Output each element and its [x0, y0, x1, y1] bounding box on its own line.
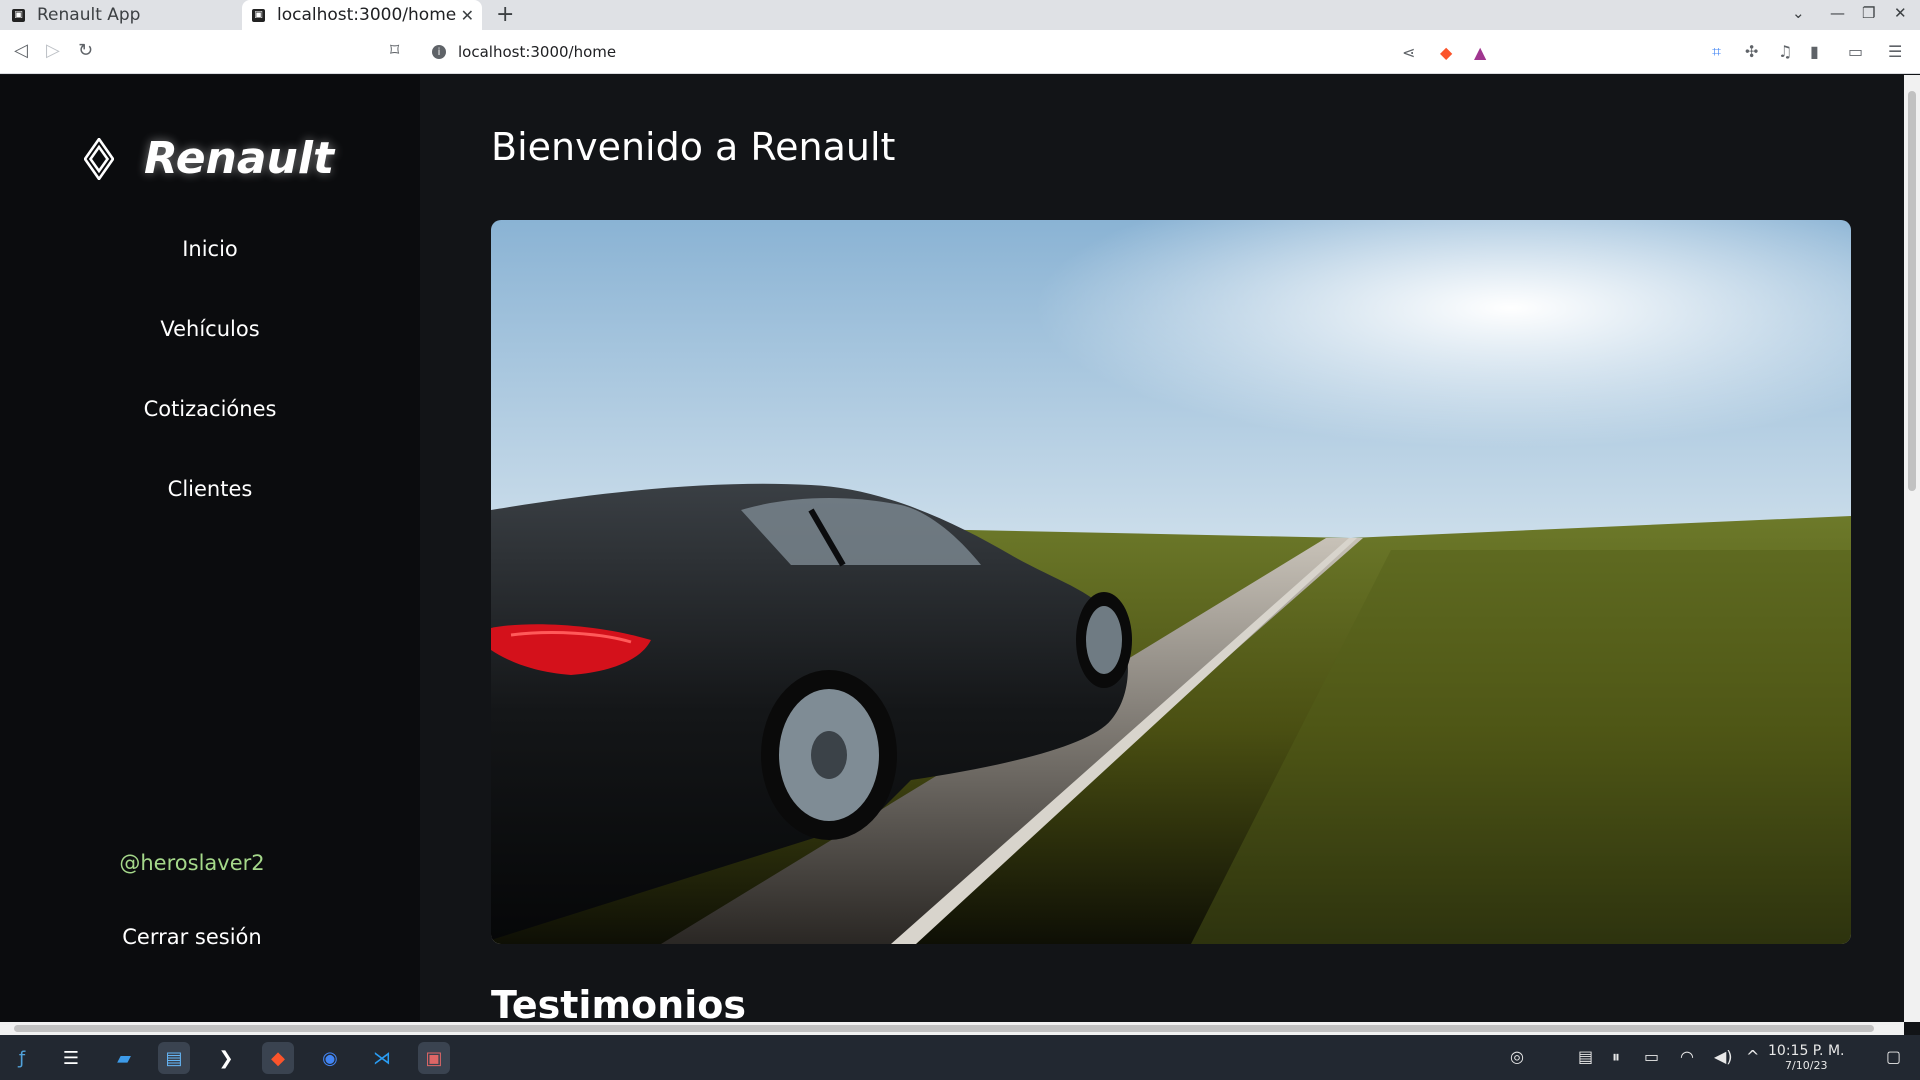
bookmark-icon[interactable]: ⌑: [390, 40, 399, 61]
scrollbar-thumb[interactable]: [1908, 91, 1916, 491]
back-icon[interactable]: ◁: [14, 40, 28, 61]
show-desktop-icon[interactable]: ▢: [1886, 1047, 1901, 1066]
close-window-icon[interactable]: ✕: [1894, 4, 1907, 22]
menu-icon[interactable]: ☰: [1888, 42, 1902, 61]
browser-tab-bar: ▣ Renault App ▣ localhost:3000/home ✕ + …: [0, 0, 1920, 30]
wallet-icon[interactable]: ▭: [1848, 42, 1863, 61]
chromium-icon[interactable]: ◉: [314, 1042, 346, 1074]
clock-date: 7/10/23: [1785, 1059, 1828, 1072]
hero-image: [491, 220, 1851, 944]
close-tab-icon[interactable]: ✕: [461, 6, 474, 25]
vscode-icon[interactable]: ⋊: [366, 1042, 398, 1074]
battery-tray-icon[interactable]: ▭: [1644, 1047, 1659, 1066]
terminal-icon[interactable]: ❯: [210, 1042, 242, 1074]
media-icon[interactable]: ♫: [1778, 42, 1792, 61]
system-clock[interactable]: 10:15 P. M. 7/10/23: [1768, 1043, 1845, 1072]
tab-title: localhost:3000/home: [277, 5, 457, 25]
wifi-tray-icon[interactable]: ◠: [1680, 1047, 1694, 1066]
browser-toolbar: ◁ ▷ ↻ ⌑ i localhost:3000/home ⋖ ◆ ▲ ⌗ ✣ …: [0, 30, 1920, 74]
clock-time: 10:15 P. M.: [1768, 1043, 1845, 1059]
tray-expand-icon[interactable]: ^: [1746, 1047, 1759, 1066]
tab-renault-app[interactable]: ▣ Renault App: [12, 0, 242, 30]
page-title: Bienvenido a Renault: [491, 125, 896, 169]
testimonials-heading: Testimonios: [491, 983, 746, 1022]
nav-item-cotizaciones[interactable]: Cotizaciónes: [0, 397, 420, 421]
share-icon[interactable]: ⋖: [1402, 43, 1415, 62]
nav-item-inicio[interactable]: Inicio: [0, 237, 420, 261]
horizontal-scrollbar[interactable]: [0, 1022, 1904, 1035]
tab-localhost-home[interactable]: ▣ localhost:3000/home ✕: [242, 0, 482, 30]
address-bar[interactable]: i localhost:3000/home ⋖ ◆ ▲: [422, 35, 1500, 69]
extensions-icon[interactable]: ✣: [1745, 42, 1758, 61]
sidebar-toggle-icon[interactable]: ▮: [1810, 42, 1819, 61]
brand-name: Renault: [144, 133, 334, 184]
minimize-icon[interactable]: —: [1830, 4, 1845, 22]
sidebar: Renault Inicio Vehículos Cotizaciónes Cl…: [0, 75, 420, 1022]
nav-item-clientes[interactable]: Clientes: [0, 477, 420, 501]
software-store-icon[interactable]: ▰: [108, 1042, 140, 1074]
media-pause-tray-icon[interactable]: ⏸: [1612, 1047, 1620, 1067]
forward-icon[interactable]: ▷: [46, 40, 60, 61]
restore-icon[interactable]: ❐: [1862, 4, 1875, 22]
accessibility-tray-icon[interactable]: ◎: [1510, 1047, 1524, 1066]
tab-title: Renault App: [37, 5, 141, 25]
url-text[interactable]: localhost:3000/home: [458, 43, 616, 61]
reload-icon[interactable]: ↻: [78, 40, 93, 61]
car-on-road-illustration: [491, 220, 1851, 944]
brave-shield-icon[interactable]: ◆: [1440, 43, 1452, 62]
fedora-start-icon[interactable]: ƒ: [6, 1042, 38, 1074]
new-tab-icon[interactable]: +: [496, 2, 514, 27]
os-taskbar: ƒ ☰ ▰ ▤ ❯ ◆ ◉ ⋊ ▣ ◎ ▤ ⏸ ▭ ◠ ◀) ^ 10:15 P…: [0, 1035, 1920, 1080]
screenshot-app-icon[interactable]: ▣: [418, 1042, 450, 1074]
site-info-icon[interactable]: i: [432, 45, 446, 59]
brave-rewards-icon[interactable]: ▲: [1474, 43, 1486, 62]
scrollbar-thumb[interactable]: [14, 1025, 1874, 1032]
brave-browser-icon[interactable]: ◆: [262, 1042, 294, 1074]
translate-icon[interactable]: ⌗: [1712, 42, 1721, 62]
logout-button[interactable]: Cerrar sesión: [0, 925, 384, 949]
tab-search-chevron-icon[interactable]: ⌄: [1792, 4, 1805, 22]
vertical-scrollbar[interactable]: [1904, 75, 1920, 1022]
web-page: Renault Inicio Vehículos Cotizaciónes Cl…: [0, 75, 1904, 1022]
volume-tray-icon[interactable]: ◀): [1714, 1047, 1733, 1066]
task-manager-icon[interactable]: ☰: [55, 1042, 87, 1074]
user-handle: @heroslaver2: [119, 851, 265, 875]
file-manager-icon[interactable]: ▤: [158, 1042, 190, 1074]
brand-logo[interactable]: Renault: [84, 133, 334, 184]
clipboard-tray-icon[interactable]: ▤: [1578, 1047, 1593, 1066]
favicon-icon: ▣: [252, 8, 265, 22]
nav-item-vehiculos[interactable]: Vehículos: [0, 317, 420, 341]
favicon-icon: ▣: [12, 8, 25, 22]
renault-diamond-icon: [84, 137, 114, 180]
